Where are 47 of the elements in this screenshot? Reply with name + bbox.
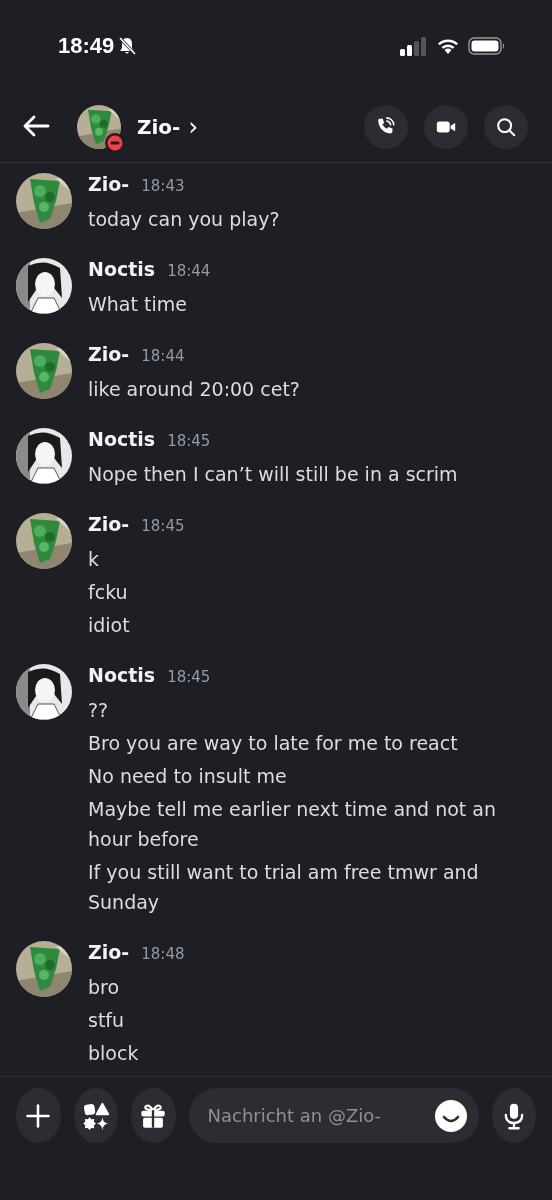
wifi-icon xyxy=(436,37,460,55)
author-name[interactable]: Zio- xyxy=(88,513,130,535)
video-call-button[interactable] xyxy=(424,105,468,149)
message-time: 18:45 xyxy=(167,432,211,450)
gift-icon xyxy=(139,1101,168,1130)
smiley-icon[interactable] xyxy=(434,1099,467,1132)
message-text: today can you play? xyxy=(88,207,280,232)
message-text: Maybe tell me earlier next time and not an hour before xyxy=(88,797,497,852)
clock-time: 18:49 xyxy=(58,33,115,59)
message-text: No need to insult me xyxy=(88,764,288,789)
message-text: bro xyxy=(88,975,121,1000)
message-field[interactable]: Nachricht an @Zio- xyxy=(188,1088,479,1143)
author-name[interactable]: Zio- xyxy=(88,343,130,365)
message-text: k xyxy=(88,547,100,572)
shapes-icon xyxy=(81,1101,110,1130)
author-name[interactable]: Noctis xyxy=(88,428,156,450)
message-text: Bro you are way to late for me to react xyxy=(88,731,459,756)
battery-icon xyxy=(468,37,506,55)
message-text: stfu xyxy=(88,1008,126,1033)
author-name[interactable]: Noctis xyxy=(88,258,156,280)
contact-name[interactable]: Zio- › xyxy=(137,115,198,139)
message-time: 18:44 xyxy=(141,347,185,365)
add-button[interactable] xyxy=(16,1088,61,1143)
message-text: fcku xyxy=(88,580,129,605)
message-time: 18:48 xyxy=(141,945,185,963)
message-text: What time xyxy=(88,292,188,317)
message-text: block xyxy=(88,1041,140,1066)
message-time: 18:43 xyxy=(141,177,185,195)
message-text: ?? xyxy=(88,698,110,723)
back-arrow-icon xyxy=(22,114,50,138)
message-text: idiot xyxy=(88,613,131,638)
message-text: Nope then I can’t will still be in a scrim xyxy=(88,462,458,487)
search-button[interactable] xyxy=(484,105,528,149)
author-name[interactable]: Zio- xyxy=(88,173,130,195)
message-text: like around 20:00 cet? xyxy=(88,377,300,402)
search-icon xyxy=(495,116,517,138)
message-time: 18:44 xyxy=(167,262,211,280)
author-name[interactable]: Noctis xyxy=(88,664,156,686)
plus-icon xyxy=(24,1101,53,1130)
message-time: 18:45 xyxy=(167,668,211,686)
message-input[interactable]: Nachricht an @Zio- xyxy=(205,1104,435,1127)
message-text: If you still want to trial am free tmwr and Sunday xyxy=(88,860,480,915)
voice-call-button[interactable] xyxy=(364,105,408,149)
gift-button[interactable] xyxy=(131,1088,176,1143)
message-time: 18:45 xyxy=(141,517,185,535)
author-name[interactable]: Zio- xyxy=(88,941,130,963)
signal-icon xyxy=(400,36,428,56)
